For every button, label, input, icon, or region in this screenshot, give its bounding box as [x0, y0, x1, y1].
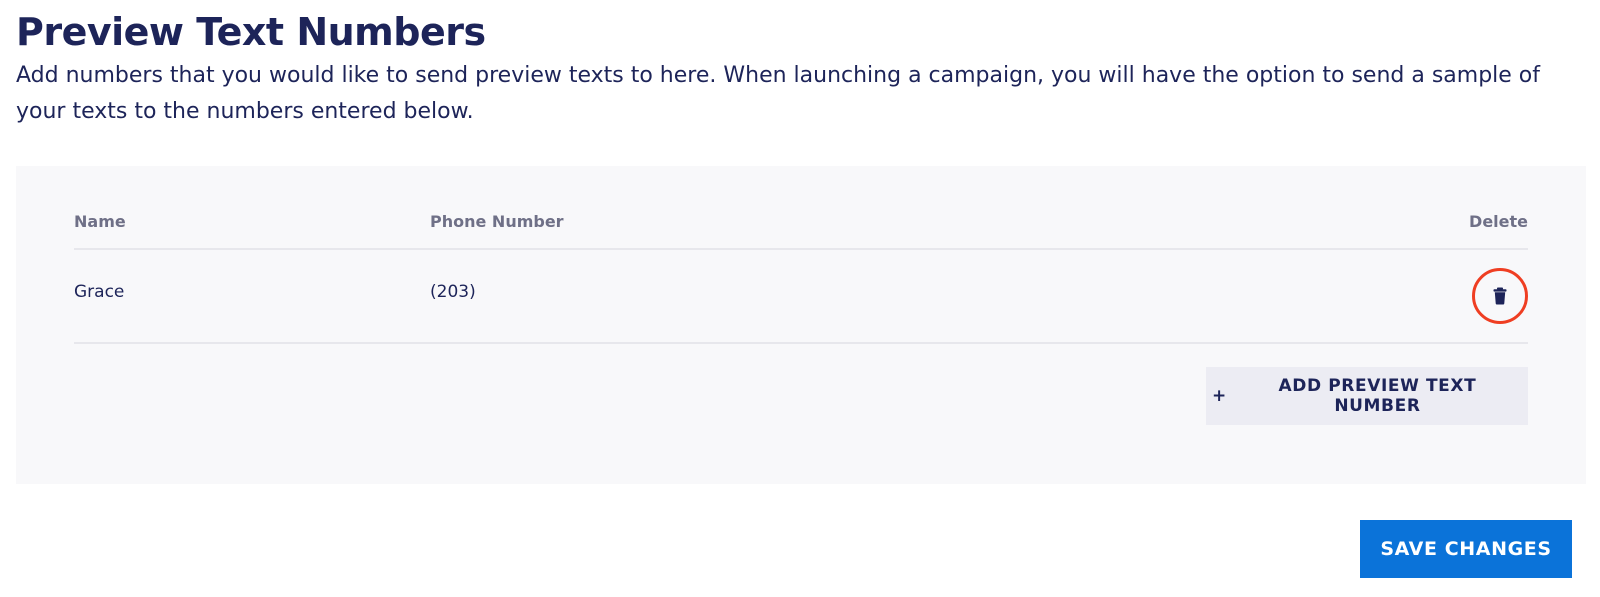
table-row: Grace (203) [74, 250, 1528, 344]
column-header-name: Name [74, 212, 126, 231]
preview-numbers-panel: Name Phone Number Delete Grace (203) + A… [16, 166, 1586, 484]
page-title: Preview Text Numbers [16, 10, 486, 54]
table-header: Name Phone Number Delete [74, 212, 1528, 250]
save-changes-button[interactable]: SAVE CHANGES [1360, 520, 1572, 578]
add-preview-text-number-button[interactable]: + ADD PREVIEW TEXT NUMBER [1206, 367, 1528, 425]
row-name: Grace [74, 282, 125, 302]
trash-icon [1493, 287, 1507, 305]
plus-icon: + [1212, 386, 1227, 406]
row-phone: (203) [430, 282, 476, 302]
column-header-delete: Delete [1469, 212, 1528, 231]
add-button-label: ADD PREVIEW TEXT NUMBER [1278, 376, 1477, 416]
delete-row-button[interactable] [1472, 268, 1528, 324]
column-header-phone: Phone Number [430, 212, 564, 231]
page-description: Add numbers that you would like to send … [16, 63, 1541, 124]
